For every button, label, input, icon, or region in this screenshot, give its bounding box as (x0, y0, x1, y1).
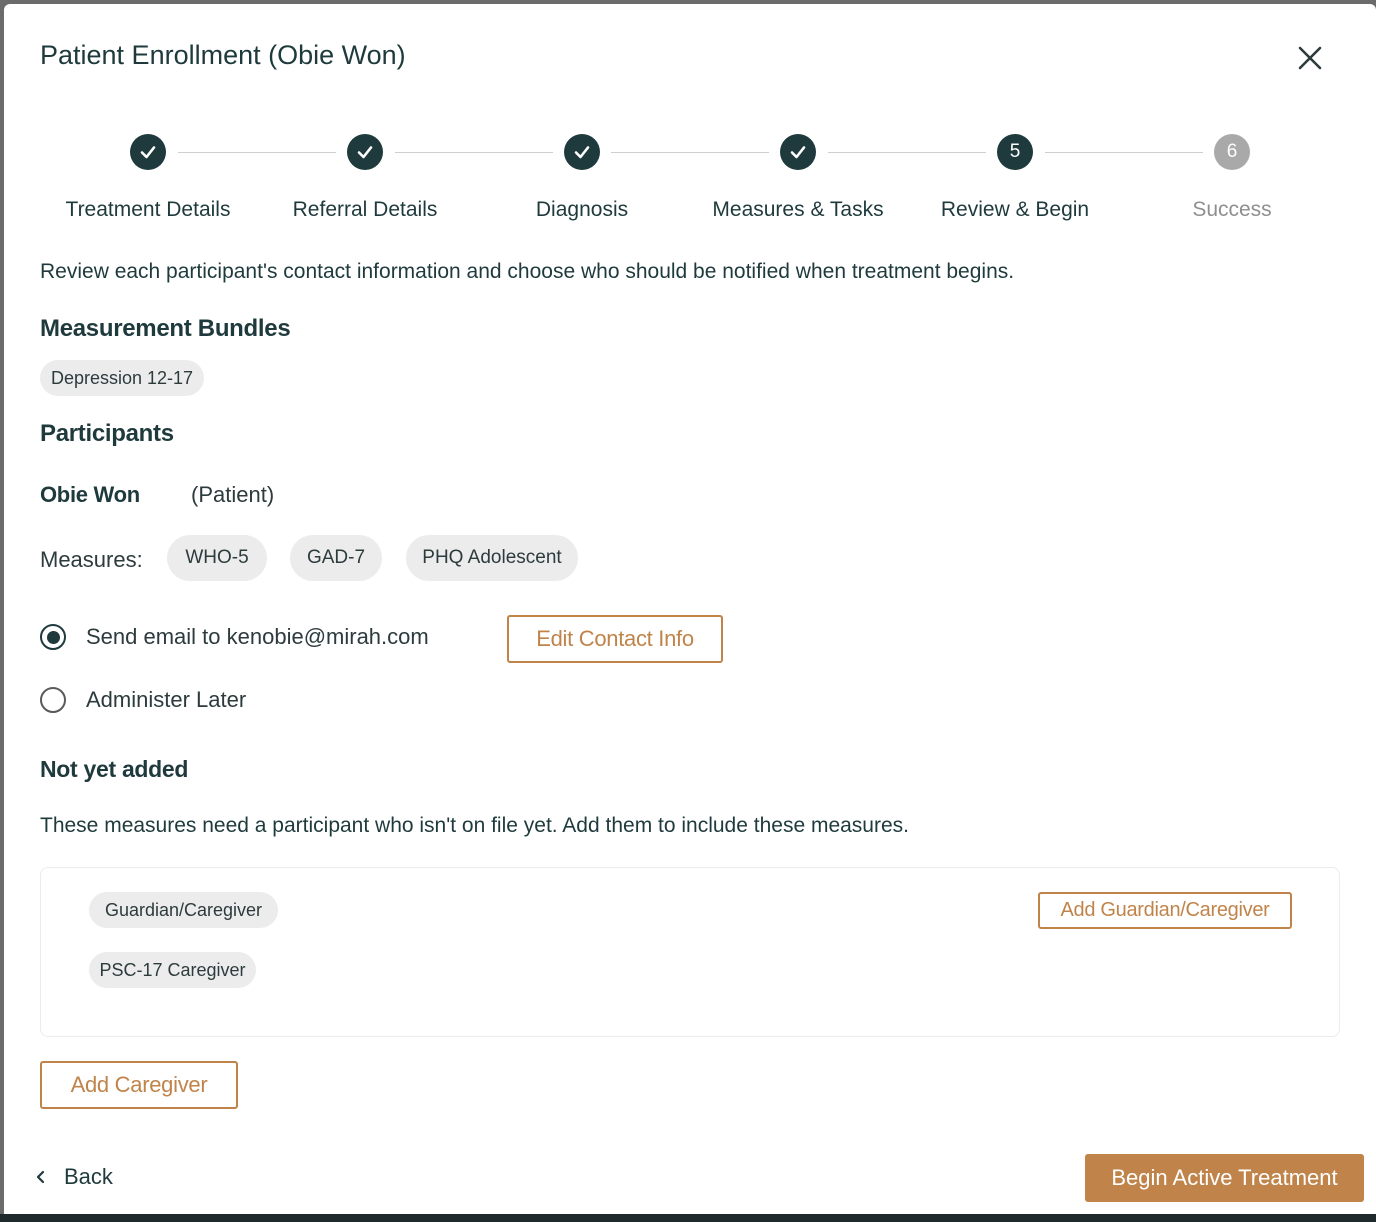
send-email-radio[interactable] (40, 624, 66, 650)
step-complete-check-icon (564, 134, 600, 170)
step-label: Measures & Tasks (712, 198, 884, 221)
dialog-title: Patient Enrollment (Obie Won) (40, 40, 406, 70)
back-label: Back (64, 1164, 113, 1189)
step-measures-tasks: Measures & Tasks (688, 134, 908, 222)
send-email-option[interactable]: Send email to kenobie@mirah.com (40, 624, 429, 650)
step-complete-check-icon (780, 134, 816, 170)
participant-name: Obie Won (40, 482, 140, 507)
measure-chip: PHQ Adolescent (406, 535, 578, 581)
participant-role: (Patient) (191, 482, 275, 507)
close-icon (1298, 46, 1322, 70)
step-complete-check-icon (347, 134, 383, 170)
step-referral-details: Referral Details (255, 134, 475, 222)
close-button[interactable] (1294, 42, 1326, 74)
step-label: Treatment Details (65, 198, 231, 221)
participants-heading: Participants (40, 420, 174, 447)
step-diagnosis: Diagnosis (472, 134, 692, 222)
step-success: 6 Success (1122, 134, 1342, 222)
measurement-bundles-heading: Measurement Bundles (40, 315, 291, 342)
step-label: Review & Begin (940, 198, 1090, 221)
underlying-page-strip (0, 1214, 1376, 1222)
add-guardian-caregiver-button[interactable]: Add Guardian/Caregiver (1038, 892, 1292, 929)
edit-contact-info-button[interactable]: Edit Contact Info (507, 615, 723, 663)
administer-later-option[interactable]: Administer Later (40, 687, 246, 713)
patient-enrollment-dialog: Patient Enrollment (Obie Won) Treatment … (4, 4, 1376, 1214)
step-review-begin: 5 Review & Begin (905, 134, 1125, 222)
not-yet-added-heading: Not yet added (40, 756, 189, 782)
back-button[interactable]: Back (32, 1164, 113, 1190)
step-label: Diagnosis (535, 198, 629, 221)
measures-label: Measures: (40, 547, 143, 572)
participant-type-chip: Guardian/Caregiver (89, 892, 278, 928)
administer-later-radio[interactable] (40, 687, 66, 713)
chevron-left-icon (36, 1170, 45, 1184)
intro-text: Review each participant's contact inform… (40, 260, 1015, 283)
step-label: Success (1192, 198, 1272, 221)
pending-participant-panel: Guardian/Caregiver PSC-17 Caregiver Add … (40, 867, 1340, 1037)
step-complete-check-icon (130, 134, 166, 170)
administer-later-label: Administer Later (86, 687, 247, 712)
measure-chip: WHO-5 (167, 535, 267, 581)
pending-measure-chip: PSC-17 Caregiver (89, 952, 256, 988)
begin-active-treatment-button[interactable]: Begin Active Treatment (1085, 1154, 1364, 1202)
step-number: 5 (997, 134, 1033, 170)
step-number: 6 (1214, 134, 1250, 170)
measure-chip: GAD-7 (290, 535, 382, 581)
step-label: Referral Details (292, 198, 438, 221)
enrollment-stepper: Treatment Details Referral Details Diagn… (4, 134, 1376, 244)
not-yet-added-description: These measures need a participant who is… (40, 814, 909, 837)
send-email-label: Send email to kenobie@mirah.com (86, 624, 429, 649)
bundle-chip: Depression 12-17 (40, 360, 204, 396)
step-treatment-details: Treatment Details (38, 134, 258, 222)
add-caregiver-button[interactable]: Add Caregiver (40, 1061, 238, 1109)
